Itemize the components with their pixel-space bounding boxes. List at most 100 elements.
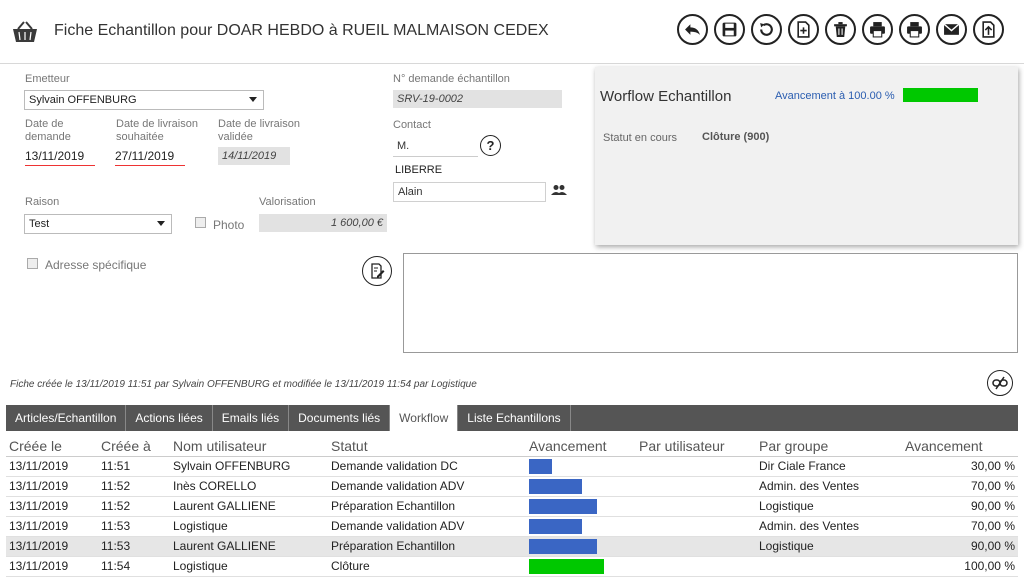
chevron-down-icon: [249, 97, 257, 102]
tab-liste-echantillons[interactable]: Liste Echantillons: [458, 405, 571, 431]
raison-label: Raison: [25, 196, 60, 208]
progress-bar: [529, 558, 604, 574]
print-button[interactable]: [862, 14, 893, 45]
emetteur-value: Sylvain OFFENBURG: [29, 94, 137, 106]
col-header-avancement[interactable]: Avancement: [526, 436, 636, 457]
progress-bar: [529, 458, 552, 474]
cell-status: Demande validation DC: [328, 456, 526, 477]
tab-documents[interactable]: Documents liés: [289, 405, 391, 431]
tab-bar: Articles/Echantillon Actions liées Email…: [6, 405, 1018, 431]
date-demande-field[interactable]: 13/11/2019: [25, 149, 95, 166]
cell-groupe: [756, 556, 902, 577]
col-header-cree-le[interactable]: Créée le: [6, 436, 98, 457]
cell-status: Clôture: [328, 556, 526, 577]
memo-textarea[interactable]: [403, 253, 1018, 353]
cell-groupe: Admin. des Ventes: [756, 516, 902, 537]
cell-groupe: Admin. des Ventes: [756, 476, 902, 497]
table-row[interactable]: 13/11/2019 11:53 Logistique Demande validat…: [6, 516, 1018, 537]
workflow-table: Créée le Créée à Nom utilisateur Statut …: [6, 436, 1018, 577]
back-button[interactable]: [677, 14, 708, 45]
export-button[interactable]: [973, 14, 1004, 45]
cell-pct: 30,00 %: [902, 456, 1018, 477]
cell-status: Préparation Echantillon: [328, 536, 526, 557]
photo-checkbox[interactable]: [195, 217, 206, 228]
col-header-par-utilisateur[interactable]: Par utilisateur: [636, 436, 756, 457]
cell-date: 13/11/2019: [6, 556, 98, 577]
col-header-statut[interactable]: Statut: [328, 436, 526, 457]
cell-par-utilisateur: [636, 516, 756, 537]
col-header-utilisateur[interactable]: Nom utilisateur: [170, 436, 328, 457]
cell-groupe: Logistique: [756, 496, 902, 517]
tab-actions[interactable]: Actions liées: [126, 405, 213, 431]
unlink-button[interactable]: [987, 370, 1013, 396]
cell-time: 11:54: [98, 556, 170, 577]
cell-par-utilisateur: [636, 556, 756, 577]
emetteur-select[interactable]: Sylvain OFFENBURG: [24, 90, 264, 110]
chevron-down-icon: [157, 221, 165, 226]
export-icon: [982, 21, 995, 38]
table-row[interactable]: 13/11/2019 11:51 Sylvain OFFENBURG Demande …: [6, 456, 1018, 477]
basket-icon: [13, 21, 37, 42]
tab-articles[interactable]: Articles/Echantillon: [6, 405, 127, 431]
cell-progress: [526, 516, 636, 537]
workflow-status-label: Statut en cours: [603, 132, 677, 144]
raison-value: Test: [29, 218, 50, 230]
tab-workflow[interactable]: Workflow: [390, 405, 459, 431]
contact-prenom-field[interactable]: Alain: [393, 182, 546, 202]
delete-button[interactable]: [825, 14, 856, 45]
cell-progress: [526, 496, 636, 517]
adresse-label: Adresse spécifique: [45, 258, 147, 272]
col-header-avancement-pct[interactable]: Avancement: [902, 436, 1018, 457]
cell-user: Logistique: [170, 516, 328, 537]
save-button[interactable]: [714, 14, 745, 45]
cell-progress: [526, 536, 636, 557]
cell-date: 13/11/2019: [6, 536, 98, 557]
cell-date: 13/11/2019: [6, 456, 98, 477]
cell-time: 11:51: [98, 456, 170, 477]
table-row[interactable]: 13/11/2019 11:52 Inès CORELLO Demande valid…: [6, 476, 1018, 497]
unlink-icon: [992, 376, 1008, 390]
print-alt-button[interactable]: [899, 14, 930, 45]
cell-pct: 90,00 %: [902, 536, 1018, 557]
num-demande-label: N° demande échantillon: [393, 73, 510, 85]
contact-civilite-field[interactable]: M.: [393, 137, 478, 157]
help-icon[interactable]: ?: [480, 135, 501, 156]
table-row[interactable]: 13/11/2019 11:52 Laurent GALLIENE Préparati…: [6, 496, 1018, 517]
undo-button[interactable]: [751, 14, 782, 45]
cell-user: Inès CORELLO: [170, 476, 328, 497]
progress-bar: [529, 478, 582, 494]
back-icon: [685, 24, 700, 35]
adresse-checkbox[interactable]: [27, 258, 38, 269]
cell-user: Laurent GALLIENE: [170, 536, 328, 557]
print-icon: [870, 22, 885, 38]
cell-progress: [526, 456, 636, 477]
page-title: Fiche Echantillon pour DOAR HEBDO à RUEI…: [54, 22, 549, 39]
add-document-button[interactable]: [788, 14, 819, 45]
cell-par-utilisateur: [636, 536, 756, 557]
email-button[interactable]: [936, 14, 967, 45]
cell-user: Logistique: [170, 556, 328, 577]
cell-par-utilisateur: [636, 496, 756, 517]
col-header-par-groupe[interactable]: Par groupe: [756, 436, 902, 457]
raison-select[interactable]: Test: [24, 214, 172, 234]
table-row[interactable]: 13/11/2019 11:53 Laurent GALLIENE Préparati…: [6, 536, 1018, 557]
progress-bar: [529, 498, 597, 514]
contact-label: Contact: [393, 119, 431, 131]
col-header-cree-a[interactable]: Créée à: [98, 436, 170, 457]
photo-label: Photo: [213, 218, 245, 232]
cell-progress: [526, 556, 636, 577]
table-row[interactable]: 13/11/2019 11:54 Logistique Clôture 100,00 %: [6, 556, 1018, 577]
workflow-status-value: Clôture (900): [702, 131, 770, 143]
cell-status: Préparation Echantillon: [328, 496, 526, 517]
date-souhaitee-label: Date de livraison souhaitée: [116, 118, 198, 143]
edit-note-button[interactable]: [362, 256, 392, 286]
contacts-icon[interactable]: [551, 184, 567, 196]
email-icon: [943, 23, 960, 35]
cell-user: Laurent GALLIENE: [170, 496, 328, 517]
delete-icon: [834, 22, 847, 37]
save-icon: [722, 22, 737, 37]
date-souhaitee-field[interactable]: 27/11/2019: [115, 149, 185, 166]
tab-emails[interactable]: Emails liés: [213, 405, 290, 431]
cell-status: Demande validation ADV: [328, 476, 526, 497]
add-document-icon: [797, 21, 810, 38]
